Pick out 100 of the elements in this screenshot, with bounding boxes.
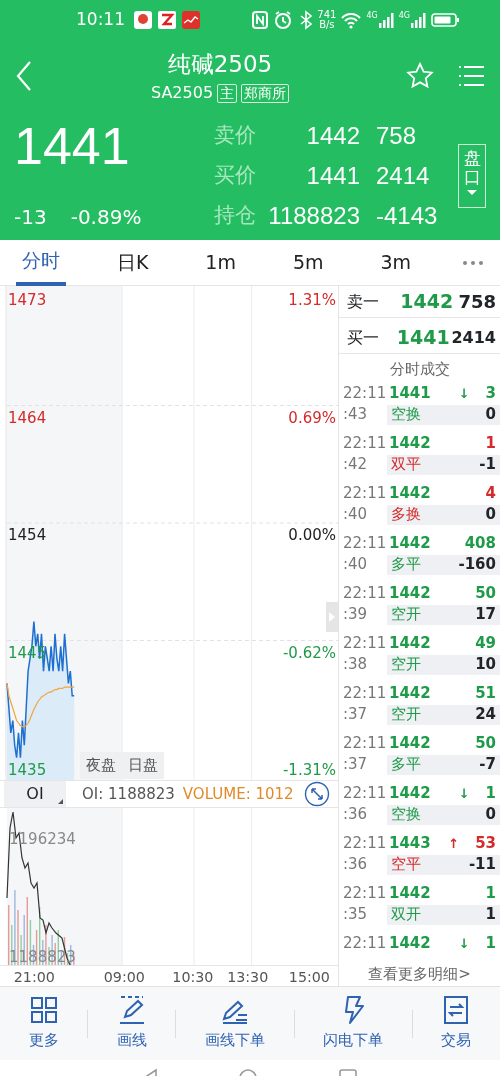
- page-title: 纯碱2505: [167, 49, 273, 79]
- trade-second: :37: [343, 704, 368, 726]
- time-axis-label: 13:30: [227, 969, 269, 986]
- order-book-label: 买一: [347, 326, 380, 349]
- trade-volume: 408: [464, 533, 496, 555]
- time-axis-label: 09:00: [103, 969, 145, 986]
- app-icon: [133, 10, 153, 30]
- collapse-handle[interactable]: [326, 602, 338, 632]
- toolbar-label[interactable]: 更多: [28, 1029, 59, 1052]
- trade-direction-arrow: ↓: [458, 934, 470, 953]
- trade-type: 空平: [390, 854, 422, 876]
- contract-tag: 主: [217, 83, 238, 103]
- quote-volume: -4143: [376, 201, 438, 231]
- chart-tab[interactable]: 3m: [374, 239, 418, 286]
- trade-type: 多平: [390, 554, 422, 576]
- session-button[interactable]: 日盘: [122, 752, 164, 779]
- volume-reading: VOLUME: 1012: [182, 783, 295, 805]
- trade-price: 1442: [389, 883, 431, 905]
- open-interest-change: 17: [475, 604, 496, 626]
- expand-icon[interactable]: [304, 781, 330, 807]
- open-interest-change: 10: [475, 654, 496, 676]
- trade-second: :43: [343, 404, 368, 426]
- trade-time: 22:11: [343, 783, 388, 805]
- trade-direction-arrow: ↓: [458, 784, 470, 803]
- price-change: -13: [14, 204, 47, 231]
- trade-time: 22:11: [343, 383, 388, 405]
- chart-tab[interactable]: 5m: [286, 239, 330, 286]
- indicator-selector[interactable]: OI: [4, 781, 66, 807]
- network-speed: 741: [317, 10, 337, 20]
- more-details-link[interactable]: 查看更多明细>: [339, 954, 500, 985]
- order-book-volume: 2414: [451, 326, 496, 349]
- open-interest-change: -1: [479, 454, 496, 476]
- toolbar-label[interactable]: 交易: [441, 1029, 472, 1052]
- trade-time: 22:11: [343, 583, 388, 605]
- trade-price: 1442: [389, 733, 431, 755]
- trade-type: 多平: [390, 754, 422, 776]
- toolbar-label[interactable]: 画线: [116, 1029, 147, 1052]
- trade-second: :40: [343, 504, 368, 526]
- open-interest-change: -160: [458, 554, 496, 576]
- order-book-volume: 758: [458, 290, 496, 314]
- time-axis-label: 15:00: [288, 969, 330, 986]
- quote-price: 1441: [305, 161, 360, 191]
- trade-direction-arrow: ↓: [458, 384, 470, 403]
- section-title: 分时成交: [388, 359, 451, 380]
- trade-price: 1442: [389, 783, 431, 805]
- order-book-price: 1441: [395, 325, 451, 351]
- trade-second: :39: [343, 604, 368, 626]
- contract-tag: 郑商所: [241, 83, 290, 103]
- trade-type: 空换: [390, 804, 422, 826]
- more-icon[interactable]: [462, 258, 484, 267]
- trade-time: 22:11: [343, 933, 388, 955]
- open-interest-reading: OI: 1188823: [82, 783, 175, 805]
- nfc-icon: [251, 10, 270, 30]
- trade-price: 1442: [389, 483, 431, 505]
- trade-volume: 50: [475, 583, 496, 605]
- trade-type: 双平: [390, 454, 422, 476]
- toolbar-label[interactable]: 闪电下单: [323, 1029, 384, 1052]
- corner-triangle-icon: [58, 799, 63, 804]
- network-type: 4G: [366, 10, 378, 22]
- trade-type: 双开: [390, 904, 422, 926]
- price-axis-label: 1454: [8, 526, 47, 544]
- quote-volume: 758: [376, 121, 417, 151]
- alarm-icon: [273, 10, 294, 30]
- signal-icon: [410, 10, 427, 30]
- trade-volume: 53: [475, 833, 496, 855]
- open-interest-change: -7: [479, 754, 496, 776]
- grid-icon[interactable]: [28, 995, 59, 1026]
- open-interest-change: 1: [485, 904, 496, 926]
- chart-tab[interactable]: 日K: [110, 239, 155, 286]
- trade-time: 22:11: [343, 683, 388, 705]
- trade-type: 多换: [390, 504, 422, 526]
- percent-axis-label: 0.00%: [288, 526, 336, 544]
- percent-axis-label: -0.62%: [282, 643, 336, 662]
- trade-volume: 4: [485, 483, 496, 505]
- trade-time: 22:11: [343, 433, 388, 455]
- menu-icon[interactable]: [458, 63, 486, 89]
- back-icon[interactable]: [14, 60, 34, 92]
- trade-time: 22:11: [343, 733, 388, 755]
- chart-tab[interactable]: 1m: [199, 239, 242, 286]
- order-book-label: 卖一: [347, 290, 380, 313]
- trade-direction-arrow: ↑: [448, 834, 460, 853]
- trade-type: 空开: [390, 654, 422, 676]
- open-interest-change: 24: [475, 704, 496, 726]
- open-interest-change: -11: [468, 854, 496, 876]
- trade-volume: 1: [485, 783, 496, 805]
- price-axis-label: 1473: [8, 291, 47, 309]
- quote-price: 1442: [305, 121, 360, 151]
- quote-label: 持仓: [214, 202, 257, 230]
- trade-price: 1442: [389, 933, 431, 955]
- trade-volume: 49: [475, 633, 496, 655]
- dropdown-icon: [466, 189, 478, 197]
- app-icon: [157, 10, 177, 30]
- trade-price: 1443: [389, 833, 431, 855]
- quote-price: 1188823: [267, 201, 360, 231]
- toolbar-label[interactable]: 画线下单: [205, 1029, 265, 1052]
- percent-axis-label: 0.69%: [288, 408, 336, 427]
- quote-volume: 2414: [376, 161, 430, 191]
- session-button[interactable]: 夜盘: [80, 752, 122, 779]
- contract-code: SA2505: [150, 82, 214, 105]
- star-icon[interactable]: [406, 62, 434, 90]
